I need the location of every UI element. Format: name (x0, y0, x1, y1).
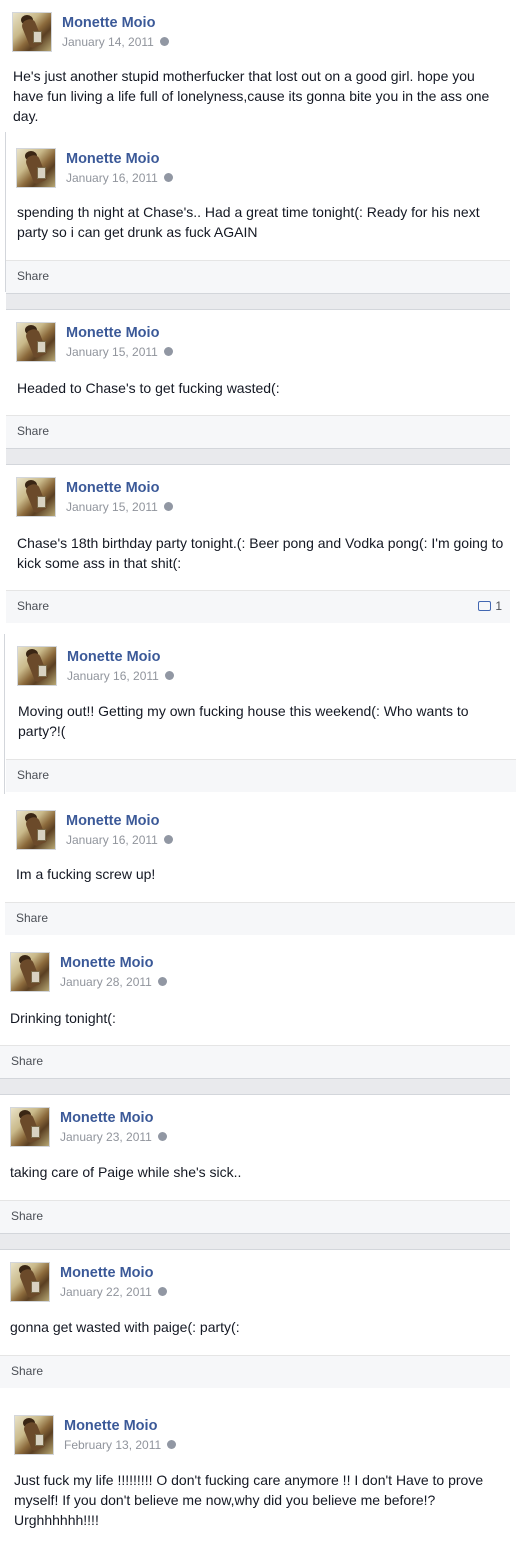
share-link[interactable]: Share (11, 1054, 43, 1068)
author-name[interactable]: Monette Moio (66, 480, 159, 496)
globe-icon (157, 1287, 167, 1297)
separator (0, 1233, 510, 1250)
comment-icon (478, 600, 492, 611)
post-8: Monette Moio January 23, 2011 taking car… (0, 1095, 510, 1233)
post-date[interactable]: January 14, 2011 (62, 35, 169, 49)
action-bar: Share (6, 415, 510, 448)
globe-icon (167, 1440, 177, 1450)
post-2: Monette Moio January 16, 2011 spending t… (6, 140, 510, 293)
author-name[interactable]: Monette Moio (60, 1110, 153, 1126)
post-date[interactable]: February 13, 2011 (64, 1438, 177, 1452)
author-name[interactable]: Monette Moio (66, 813, 159, 829)
post-date[interactable]: January 28, 2011 (60, 975, 167, 989)
post-6: Monette Moio January 16, 2011 Im a fucki… (5, 798, 515, 935)
post-1: Monette Moio January 14, 2011 He's just … (0, 0, 522, 132)
globe-icon (163, 173, 173, 183)
action-bar: Share 1 (6, 590, 510, 623)
post-text: Headed to Chase's to get fucking wasted(… (17, 380, 280, 396)
post-text: taking care of Paige while she's sick.. (10, 1164, 242, 1180)
separator (0, 1078, 510, 1095)
post-text: spending th night at Chase's.. Had a gre… (17, 204, 480, 240)
post-date[interactable]: January 23, 2011 (60, 1130, 167, 1144)
author-name[interactable]: Monette Moio (60, 955, 153, 971)
comment-count[interactable]: 1 (478, 599, 502, 613)
action-bar: Share (0, 1200, 510, 1233)
post-text: He's just another stupid motherfucker th… (13, 68, 490, 124)
profile-avatar[interactable] (12, 12, 52, 52)
post-4: Monette Moio January 15, 2011 Chase's 18… (6, 465, 510, 623)
globe-icon (163, 502, 173, 512)
post-5: Monette Moio January 16, 2011 Moving out… (6, 640, 516, 792)
profile-avatar[interactable] (14, 1415, 54, 1455)
share-link[interactable]: Share (17, 269, 49, 283)
post-3: Monette Moio January 15, 2011 Headed to … (6, 310, 510, 448)
share-link[interactable]: Share (11, 1209, 43, 1223)
post-10: Monette Moio February 13, 2011 Just fuck… (0, 1400, 522, 1546)
post-text: Drinking tonight(: (10, 1010, 116, 1026)
post-date[interactable]: January 15, 2011 (66, 345, 173, 359)
post-date[interactable]: January 16, 2011 (66, 833, 173, 847)
action-bar: Share (6, 260, 510, 293)
post-text: Chase's 18th birthday party tonight.(: B… (17, 535, 504, 571)
profile-avatar[interactable] (16, 810, 56, 850)
globe-icon (157, 1132, 167, 1142)
profile-avatar[interactable] (16, 148, 56, 188)
action-bar: Share (0, 1045, 510, 1078)
action-bar: Share (5, 902, 515, 935)
post-text: Moving out!! Getting my own fucking hous… (18, 703, 469, 739)
profile-avatar[interactable] (10, 1107, 50, 1147)
separator (6, 293, 510, 310)
action-bar: Share (0, 1355, 510, 1388)
post-9: Monette Moio January 22, 2011 gonna get … (0, 1250, 510, 1388)
globe-icon (164, 671, 174, 681)
globe-icon (163, 347, 173, 357)
divider (4, 634, 5, 794)
post-text: gonna get wasted with paige(: party(: (10, 1319, 240, 1335)
author-name[interactable]: Monette Moio (60, 1265, 153, 1281)
author-name[interactable]: Monette Moio (66, 325, 159, 341)
post-7: Monette Moio January 28, 2011 Drinking t… (0, 942, 510, 1078)
profile-avatar[interactable] (10, 1262, 50, 1302)
share-link[interactable]: Share (17, 599, 49, 613)
author-name[interactable]: Monette Moio (62, 15, 155, 31)
author-name[interactable]: Monette Moio (66, 151, 159, 167)
share-link[interactable]: Share (16, 911, 48, 925)
globe-icon (157, 977, 167, 987)
post-date[interactable]: January 15, 2011 (66, 500, 173, 514)
profile-avatar[interactable] (10, 952, 50, 992)
author-name[interactable]: Monette Moio (67, 649, 160, 665)
profile-avatar[interactable] (16, 477, 56, 517)
separator (6, 448, 510, 465)
post-date[interactable]: January 22, 2011 (60, 1285, 167, 1299)
globe-icon (163, 835, 173, 845)
post-text: Just fuck my life !!!!!!!!! O don't fuck… (14, 1472, 484, 1528)
action-bar: Share (6, 759, 516, 792)
post-text: Im a fucking screw up! (16, 866, 156, 882)
post-date[interactable]: January 16, 2011 (67, 669, 174, 683)
globe-icon (159, 37, 169, 47)
author-name[interactable]: Monette Moio (64, 1418, 157, 1434)
post-date[interactable]: January 16, 2011 (66, 171, 173, 185)
profile-avatar[interactable] (16, 322, 56, 362)
share-link[interactable]: Share (11, 1364, 43, 1378)
profile-avatar[interactable] (17, 646, 57, 686)
share-link[interactable]: Share (17, 768, 49, 782)
share-link[interactable]: Share (17, 424, 49, 438)
